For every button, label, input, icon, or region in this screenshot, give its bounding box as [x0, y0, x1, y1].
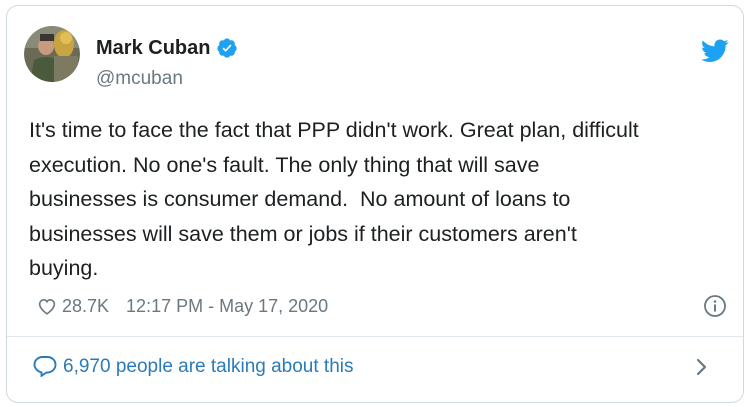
- comment-bubble-icon: [33, 355, 57, 378]
- profile-photo-icon: [24, 26, 80, 82]
- heart-icon[interactable]: [37, 297, 57, 315]
- tweet-header: Mark Cuban @mcuban: [7, 6, 743, 96]
- author-handle[interactable]: @mcuban: [96, 68, 183, 90]
- verified-badge-icon: [216, 37, 238, 59]
- talking-about-text[interactable]: 6,970 people are talking about this: [63, 356, 354, 378]
- tweet-timestamp[interactable]: 12:17 PM - May 17, 2020: [126, 296, 328, 317]
- author-name-row[interactable]: Mark Cuban: [96, 36, 238, 60]
- like-count[interactable]: 28.7K: [62, 296, 109, 317]
- author-display-name[interactable]: Mark Cuban: [96, 36, 210, 60]
- chevron-right-icon[interactable]: [695, 356, 709, 378]
- tweet-text: It's time to face the fact that PPP didn…: [29, 118, 639, 280]
- tweet-meta-row: 28.7K 12:17 PM - May 17, 2020: [37, 292, 727, 320]
- like-button[interactable]: 28.7K: [37, 296, 109, 317]
- info-icon[interactable]: [703, 294, 727, 318]
- tweet-card[interactable]: Mark Cuban @mcuban It's time to face the…: [6, 5, 744, 403]
- twitter-bird-icon[interactable]: [701, 39, 729, 63]
- conversation-link[interactable]: 6,970 people are talking about this: [7, 337, 743, 402]
- avatar[interactable]: [24, 26, 80, 82]
